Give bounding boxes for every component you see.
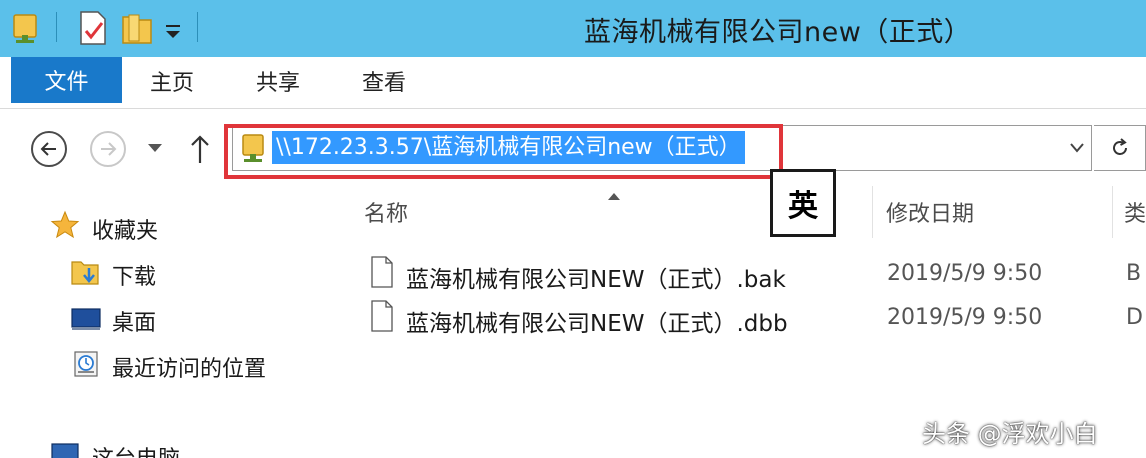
window-title: 蓝海机械有限公司new（正式） bbox=[584, 17, 972, 48]
up-button[interactable] bbox=[188, 133, 212, 169]
qat-separator bbox=[197, 12, 198, 42]
title-bar: 蓝海机械有限公司new（正式） bbox=[0, 0, 1146, 57]
network-folder-icon[interactable] bbox=[10, 8, 44, 48]
qat-separator bbox=[56, 12, 57, 42]
recent-locations-dropdown[interactable] bbox=[146, 140, 164, 159]
file-date: 2019/5/9 9:50 bbox=[887, 261, 1043, 286]
file-icon bbox=[370, 300, 394, 336]
file-row[interactable]: 蓝海机械有限公司NEW（正式）.bak 2019/5/9 9:50 B bbox=[330, 252, 1146, 296]
address-highlight-frame bbox=[224, 124, 783, 179]
column-header-type[interactable]: 类 bbox=[1124, 186, 1146, 238]
watermark: 头条 @浮欢小白 bbox=[922, 420, 1098, 448]
file-name: 蓝海机械有限公司NEW（正式）.bak bbox=[406, 267, 786, 293]
recent-places-icon bbox=[72, 349, 102, 383]
properties-icon[interactable] bbox=[76, 8, 110, 48]
star-icon bbox=[50, 210, 80, 244]
tab-view[interactable]: 查看 bbox=[362, 65, 406, 97]
file-name: 蓝海机械有限公司NEW（正式）.dbb bbox=[406, 311, 788, 337]
up-arrow-icon bbox=[191, 135, 209, 163]
file-type: D bbox=[1126, 305, 1143, 330]
forward-button[interactable] bbox=[90, 131, 126, 167]
desktop-icon bbox=[70, 306, 102, 336]
explorer-window: 蓝海机械有限公司new（正式） 文件 主页 共享 查看 \\172.23.3.5… bbox=[0, 0, 1146, 458]
tab-file[interactable]: 文件 bbox=[11, 57, 122, 103]
chevron-down-icon bbox=[148, 144, 162, 152]
ribbon-tabs: 文件 主页 共享 查看 bbox=[0, 57, 1146, 109]
nav-item-recent-places[interactable]: 最近访问的位置 bbox=[112, 351, 266, 383]
computer-icon bbox=[50, 442, 82, 458]
tab-home[interactable]: 主页 bbox=[150, 65, 194, 97]
nav-item-downloads[interactable]: 下载 bbox=[112, 259, 156, 291]
download-folder-icon bbox=[70, 256, 100, 292]
new-folder-icon[interactable] bbox=[120, 8, 154, 48]
nav-item-this-pc[interactable]: 这台电脑 bbox=[92, 441, 180, 458]
refresh-button[interactable] bbox=[1094, 125, 1146, 171]
file-date: 2019/5/9 9:50 bbox=[887, 305, 1043, 330]
column-header-date-modified[interactable]: 修改日期 bbox=[886, 186, 974, 238]
sort-ascending-icon bbox=[606, 186, 622, 205]
file-type: B bbox=[1126, 261, 1142, 286]
back-button[interactable] bbox=[31, 131, 67, 167]
file-icon bbox=[370, 256, 394, 292]
favorites-header[interactable]: 收藏夹 bbox=[92, 213, 158, 245]
refresh-icon bbox=[1112, 138, 1127, 155]
tab-share[interactable]: 共享 bbox=[256, 65, 300, 97]
nav-item-desktop[interactable]: 桌面 bbox=[112, 305, 156, 337]
qat-customize-icon[interactable] bbox=[163, 8, 183, 48]
file-row[interactable]: 蓝海机械有限公司NEW（正式）.dbb 2019/5/9 9:50 D bbox=[330, 296, 1146, 340]
forward-arrow-icon bbox=[101, 142, 117, 156]
address-dropdown[interactable] bbox=[1068, 140, 1086, 160]
column-divider[interactable] bbox=[1112, 186, 1113, 238]
column-divider[interactable] bbox=[872, 186, 873, 238]
chevron-down-icon bbox=[1070, 143, 1084, 153]
column-header-name[interactable]: 名称 bbox=[364, 186, 408, 238]
back-arrow-icon bbox=[40, 142, 56, 156]
ime-indicator: 英 bbox=[770, 169, 836, 237]
